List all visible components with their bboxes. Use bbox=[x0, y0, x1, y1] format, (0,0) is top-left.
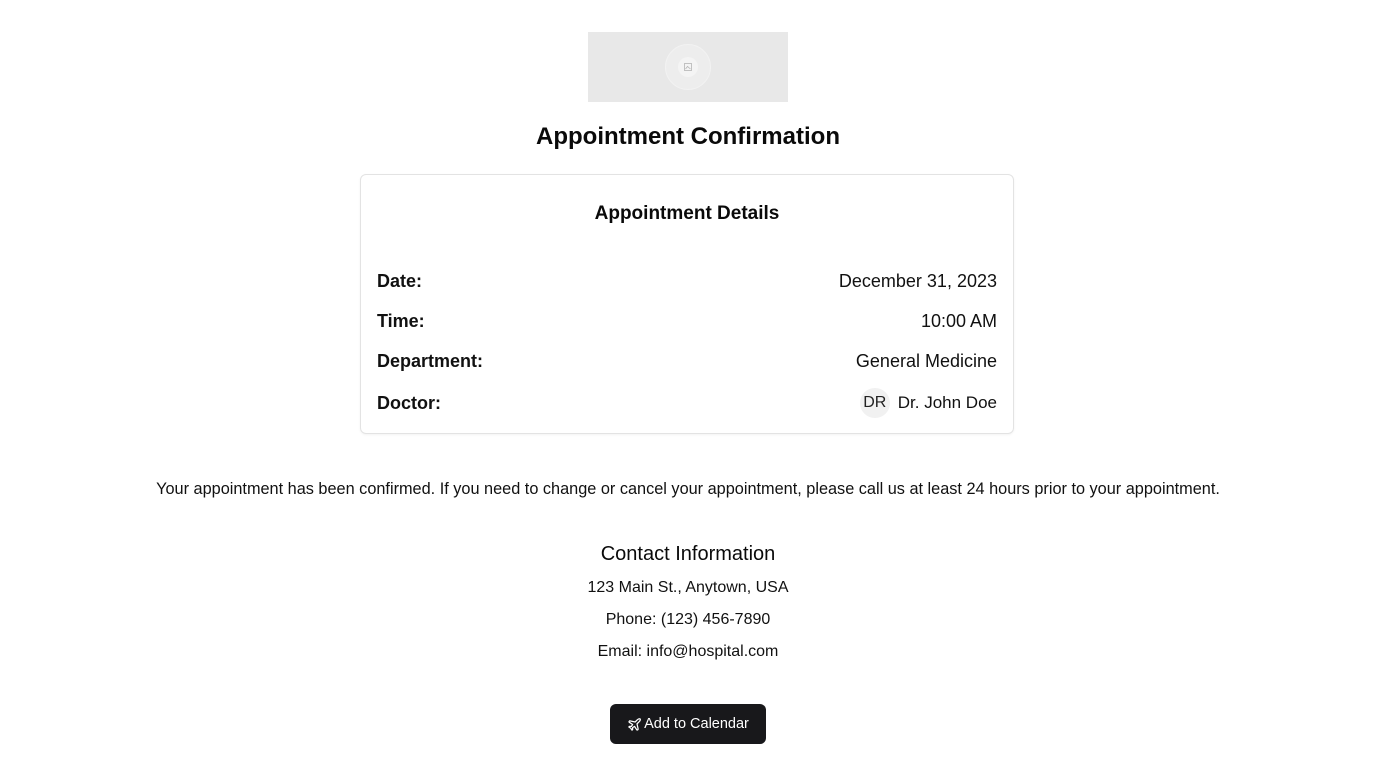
logo-ring bbox=[665, 44, 711, 90]
contact-email: Email: info@hospital.com bbox=[597, 643, 779, 660]
image-placeholder-icon bbox=[678, 57, 698, 77]
card-title: Appointment Details bbox=[594, 203, 780, 224]
department-label: Department: bbox=[377, 350, 484, 371]
add-to-calendar-label: Add to Calendar bbox=[644, 716, 749, 732]
appointment-details-card: Appointment Details Date: December 31, 2… bbox=[360, 174, 1014, 434]
detail-row-department: Department: General Medicine bbox=[377, 349, 997, 373]
page-title: Appointment Confirmation bbox=[536, 123, 840, 150]
doctor-value: DR Dr. John Doe bbox=[859, 388, 997, 418]
contact-address: 123 Main St., Anytown, USA bbox=[587, 579, 789, 596]
plane-icon bbox=[627, 717, 642, 732]
time-label: Time: bbox=[377, 310, 425, 331]
doctor-label: Doctor: bbox=[377, 392, 441, 413]
detail-row-time: Time: 10:00 AM bbox=[377, 309, 997, 333]
doctor-name: Dr. John Doe bbox=[897, 393, 997, 412]
time-value: 10:00 AM bbox=[920, 310, 997, 331]
department-value: General Medicine bbox=[855, 350, 997, 371]
avatar: DR bbox=[859, 388, 890, 418]
logo-placeholder bbox=[588, 32, 788, 102]
date-value: December 31, 2023 bbox=[838, 270, 997, 291]
confirmation-message: Your appointment has been confirmed. If … bbox=[156, 480, 1220, 498]
detail-row-doctor: Doctor: DR Dr. John Doe bbox=[377, 388, 997, 418]
confirmation-page: Appointment Confirmation Appointment Det… bbox=[0, 0, 1376, 776]
date-label: Date: bbox=[377, 270, 423, 291]
add-to-calendar-button[interactable]: Add to Calendar bbox=[610, 704, 766, 744]
detail-row-date: Date: December 31, 2023 bbox=[377, 269, 997, 293]
contact-phone: Phone: (123) 456-7890 bbox=[605, 611, 771, 628]
contact-title: Contact Information bbox=[600, 543, 776, 565]
